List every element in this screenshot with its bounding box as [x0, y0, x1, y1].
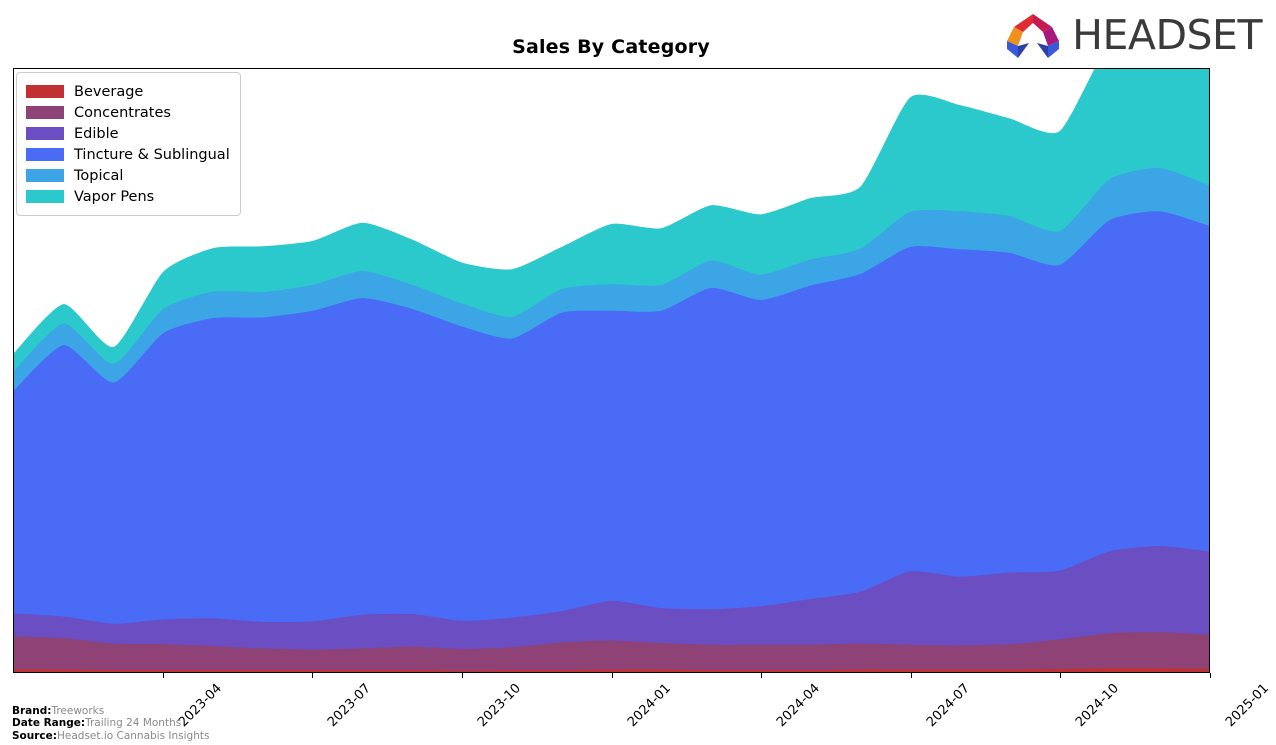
chart-legend: Beverage Concentrates Edible Tincture & Sub… — [16, 72, 241, 216]
footer-row: Brand:Treeworks — [12, 705, 209, 718]
x-tick-label: 2023-07 — [325, 681, 375, 731]
headset-logo: HEADSET — [1002, 9, 1262, 61]
legend-item-label: Edible — [74, 125, 119, 142]
x-tick-mark — [461, 673, 463, 678]
x-tick-mark — [1210, 673, 1211, 678]
x-tick-mark — [611, 673, 613, 678]
x-tick-mark — [312, 673, 314, 678]
legend-item-label: Tincture & Sublingual — [74, 146, 230, 163]
chart-footer: Brand:Treeworks Date Range:Trailing 24 Mo… — [12, 705, 209, 743]
legend-color-swatch — [26, 106, 64, 119]
x-tick-mark — [761, 673, 763, 678]
footer-key: Source: — [12, 729, 57, 742]
footer-key: Brand: — [12, 704, 52, 717]
footer-value: Trailing 24 Months — [85, 717, 182, 729]
footer-row: Date Range:Trailing 24 Months — [12, 717, 209, 730]
legend-item-beverage[interactable]: Beverage — [26, 81, 230, 102]
x-tick-label: 2024-07 — [923, 681, 973, 731]
headset-arch-logo-icon — [1007, 14, 1060, 58]
x-tick-label: 2025-01 — [1222, 681, 1272, 731]
legend-color-swatch — [26, 190, 64, 203]
legend-item-label: Concentrates — [74, 104, 171, 121]
x-tick-label: 2024-10 — [1073, 681, 1123, 731]
x-tick-mark — [910, 673, 912, 678]
footer-row: Source:Headset.io Cannabis Insights — [12, 730, 209, 743]
footer-value: Headset.io Cannabis Insights — [56, 729, 210, 742]
x-tick-mark — [162, 673, 164, 678]
legend-item-edible[interactable]: Edible — [26, 123, 230, 144]
legend-color-swatch — [26, 85, 64, 98]
footer-value: Treeworks — [51, 704, 105, 717]
x-tick-label: 2024-04 — [774, 681, 824, 731]
x-tick-label: 2024-01 — [624, 681, 674, 731]
legend-item-label: Vapor Pens — [74, 188, 155, 205]
legend-item-tincture-sublingual[interactable]: Tincture & Sublingual — [26, 144, 230, 165]
x-tick-mark — [1060, 673, 1062, 678]
legend-item-label: Topical — [74, 167, 124, 184]
legend-item-concentrates[interactable]: Concentrates — [26, 102, 230, 123]
footer-key: Date Range: — [12, 717, 86, 729]
legend-item-label: Beverage — [74, 83, 144, 100]
logo-wordmark: HEADSET — [1072, 10, 1262, 59]
legend-color-swatch — [26, 169, 64, 182]
legend-item-vapor-pens[interactable]: Vapor Pens — [26, 186, 230, 207]
legend-item-topical[interactable]: Topical — [26, 165, 230, 186]
legend-color-swatch — [26, 127, 64, 140]
legend-color-swatch — [26, 148, 64, 161]
x-tick-label: 2023-10 — [474, 681, 524, 731]
